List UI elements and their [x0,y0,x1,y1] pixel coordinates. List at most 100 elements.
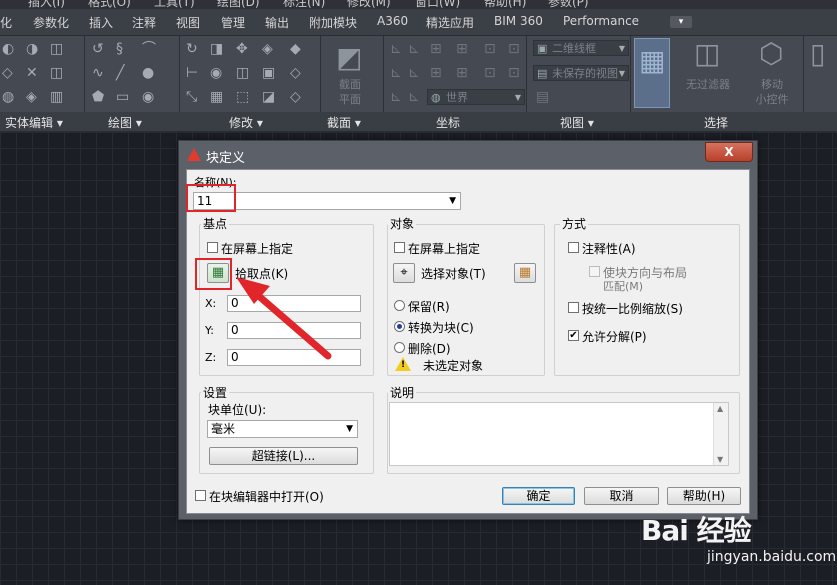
menu-draw[interactable]: 绘图(D) [217,0,260,9]
annotative-checkbox[interactable] [568,242,579,253]
tab-annotate[interactable]: 注释 [132,14,156,31]
ellipse-icon[interactable]: ◉ [142,90,154,104]
spline-icon[interactable]: ∿ [92,66,104,80]
retain-radio[interactable] [394,300,405,311]
tab-view[interactable]: 视图 [176,14,200,31]
trim-icon[interactable]: ⊢ [186,66,198,80]
menu-tools[interactable]: 工具(T) [154,0,195,9]
ribbon-minimize-toggle[interactable]: ▾ [670,16,692,28]
more-icon[interactable]: ▯ [810,40,825,68]
join-icon[interactable]: ◪ [262,90,275,104]
union-icon[interactable]: ◐ [2,42,14,56]
viewport-icon[interactable]: ▤ [536,90,549,104]
tab-output[interactable]: 输出 [265,14,289,31]
menu-format[interactable]: 格式(O) [88,0,131,9]
array-icon[interactable]: ◈ [262,42,273,56]
match-orientation-checkbox[interactable] [589,266,600,277]
rotate-icon[interactable]: ↻ [186,42,198,56]
circle-icon[interactable]: ● [142,66,154,80]
z-input[interactable]: 0 [227,349,361,366]
dialog-titlebar[interactable]: 块定义 X [179,141,757,169]
tab-performance[interactable]: Performance [563,14,639,28]
ucs-y-icon[interactable]: ⊾ [408,66,420,80]
ucs-origin-icon[interactable]: ⊾ [408,42,420,56]
base-specify-on-screen-checkbox[interactable] [207,242,218,253]
convert-to-block-radio[interactable] [394,321,405,332]
menu-modify[interactable]: 修改(M) [347,0,391,9]
polygon-icon[interactable]: ⬟ [92,90,104,104]
separate-icon[interactable]: ◫ [50,66,63,80]
polyline-icon[interactable]: ↺ [92,42,104,56]
ucs-face-icon[interactable]: ⊡ [484,42,496,56]
extract-edges-icon[interactable]: ◇ [2,66,13,80]
scroll-down-icon[interactable]: ▼ [717,455,723,464]
move-icon[interactable]: ✥ [236,42,248,56]
ucs-view-icon[interactable]: ⊞ [430,42,442,56]
check-icon[interactable]: ◈ [26,90,37,104]
scale-uniformly-checkbox[interactable] [568,302,579,313]
scale-icon[interactable]: ⤡ [186,90,197,104]
menu-parametric[interactable]: 参数(P) [548,0,589,9]
block-unit-select[interactable]: 毫米 ▼ [207,420,358,438]
ucs-z-icon[interactable]: ⊞ [430,66,442,80]
ok-button[interactable]: 确定 [502,487,575,505]
ucs-object-icon[interactable]: ⊞ [456,42,468,56]
ucs-world-icon[interactable]: ⊡ [484,66,496,80]
culling-toggle[interactable]: ▦ [634,38,670,108]
imprint-icon[interactable]: ✕ [26,66,38,80]
cancel-button[interactable]: 取消 [584,487,659,505]
hyperlink-button[interactable]: 超链接(L)... [209,447,358,465]
delete-radio[interactable] [394,342,405,353]
ucs-icon-props[interactable]: ⊾ [408,90,420,104]
y-input[interactable]: 0 [227,322,361,339]
ucs-3point-icon[interactable]: ⊡ [508,42,520,56]
panel-draw[interactable]: 绘图 ▾ [108,114,142,131]
panel-view[interactable]: 视图 ▾ [560,114,594,131]
ucs-x-icon[interactable]: ⊾ [390,66,402,80]
tab-manage[interactable]: 管理 [221,14,245,31]
menu-help[interactable]: 帮助(H) [484,0,526,9]
offset-icon[interactable]: ▦ [210,90,223,104]
gizmo-icon[interactable]: ⬡ [759,40,783,68]
tab-bim360[interactable]: BIM 360 [494,14,543,28]
panel-solid-editing[interactable]: 实体编辑 ▾ [5,114,63,131]
panel-section[interactable]: 截面 ▾ [327,114,361,131]
scroll-up-icon[interactable]: ▲ [717,404,723,413]
view-combo[interactable]: ▤ 未保存的视图 ▼ [533,65,629,81]
tab-a360[interactable]: A360 [377,14,408,28]
ucs-prev-icon[interactable]: ⊡ [508,66,520,80]
copy-icon[interactable]: ▣ [262,66,275,80]
arc-icon[interactable]: ⌒ [142,42,156,56]
tab-parametric[interactable]: 参数化 [33,14,69,31]
chamfer-icon[interactable]: ⬚ [236,90,249,104]
description-textarea[interactable]: ▲ ▼ [389,402,729,466]
stretch-icon[interactable]: ◫ [236,66,249,80]
ucs-zaxis-icon[interactable]: ⊞ [456,66,468,80]
tab-home[interactable]: 化 [0,14,12,31]
filter-icon[interactable]: ◫ [694,40,720,68]
break-icon[interactable]: ◇ [290,90,301,104]
line-icon[interactable]: ╱ [116,66,124,80]
close-button[interactable]: X [705,142,753,162]
select-objects-button[interactable]: ⌖ [393,263,415,283]
menu-window[interactable]: 窗口(W) [415,0,460,9]
x-input[interactable]: 0 [227,295,361,312]
ucs-named-icon[interactable]: ⊾ [390,90,402,104]
fillet-icon[interactable]: ◉ [210,66,222,80]
allow-exploding-checkbox[interactable]: ✔ [568,330,579,341]
quick-select-button[interactable]: ▦ [514,263,536,283]
helix-icon[interactable]: § [116,42,123,56]
menu-insert[interactable]: 插入(I) [28,0,65,9]
intersect-icon[interactable]: ◫ [50,42,63,56]
description-scrollbar[interactable]: ▲ ▼ [713,403,728,465]
tab-addins[interactable]: 附加模块 [309,14,357,31]
menu-dimension[interactable]: 标注(N) [283,0,325,9]
rectangle-icon[interactable]: ▭ [116,90,129,104]
ucs-icon[interactable]: ⊾ [390,42,402,56]
shell-icon[interactable]: ◍ [2,90,14,104]
subtract-icon[interactable]: ◑ [26,42,38,56]
objects-specify-on-screen-checkbox[interactable] [394,242,405,253]
explode-icon[interactable]: ◇ [290,66,301,80]
mirror-icon[interactable]: ◨ [210,42,223,56]
section-plane-icon[interactable]: ◩ [336,44,362,72]
